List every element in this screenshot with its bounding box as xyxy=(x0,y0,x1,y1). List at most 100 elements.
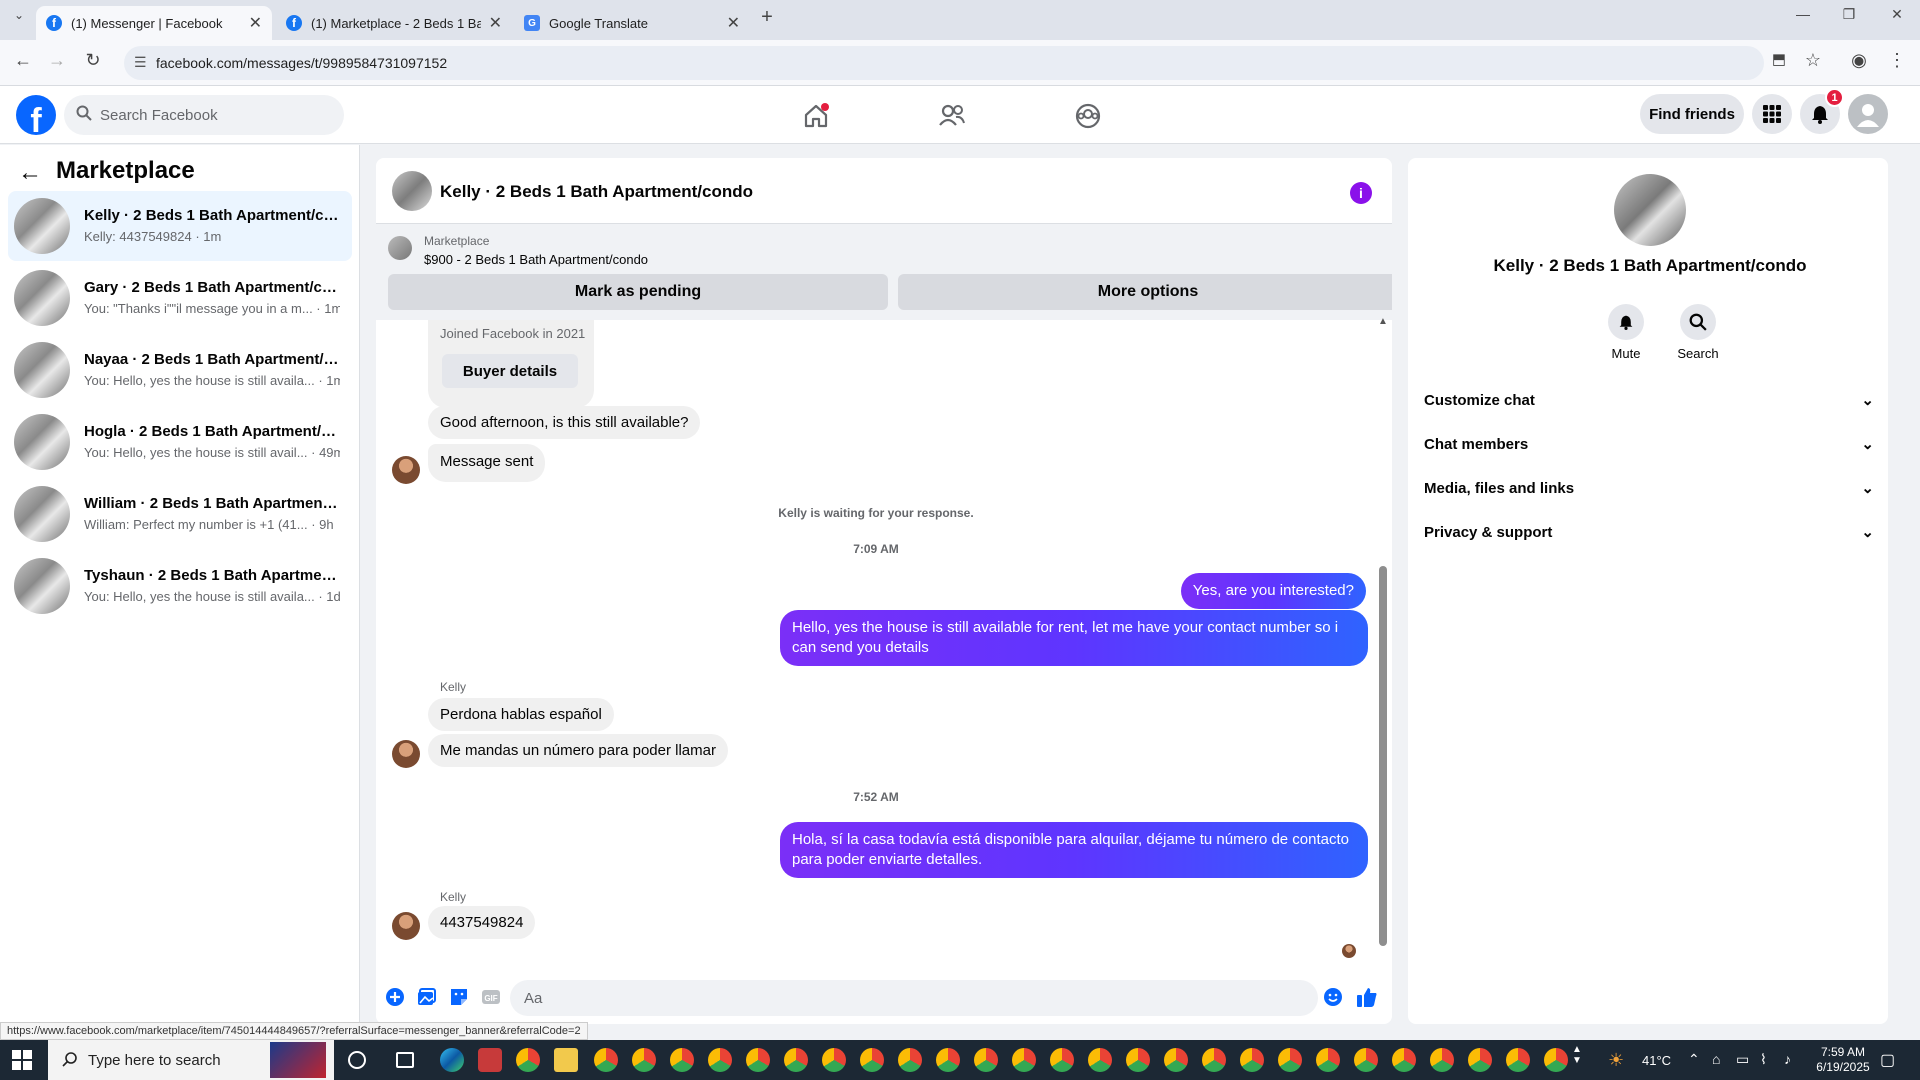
contact-large-avatar[interactable] xyxy=(1614,174,1686,246)
chrome-icon[interactable] xyxy=(594,1048,618,1072)
tab-messenger[interactable]: f (1) Messenger | Facebook ✕ xyxy=(36,6,272,40)
tab-search-icon[interactable]: ⌄ xyxy=(6,8,32,22)
chrome-icon[interactable] xyxy=(1012,1048,1036,1072)
chrome-icon[interactable] xyxy=(1126,1048,1150,1072)
privacy-support-section[interactable]: Privacy & support ⌄ xyxy=(1424,512,1874,552)
friends-icon[interactable] xyxy=(932,96,972,136)
back-arrow-icon[interactable]: ← xyxy=(18,159,42,187)
chrome-icon[interactable] xyxy=(1468,1048,1492,1072)
close-icon[interactable]: ✕ xyxy=(489,13,502,33)
display-icon[interactable]: ▭ xyxy=(1736,1051,1749,1068)
chrome-icon[interactable] xyxy=(1392,1048,1416,1072)
install-app-icon[interactable]: ⬒ xyxy=(1766,50,1792,68)
notification-center-icon[interactable]: ▢ xyxy=(1880,1050,1895,1070)
photo-icon[interactable] xyxy=(416,986,438,1008)
new-tab-button[interactable]: + xyxy=(754,6,780,29)
back-button[interactable]: ← xyxy=(10,50,36,71)
chrome-icon[interactable] xyxy=(1202,1048,1226,1072)
thumbs-up-icon[interactable] xyxy=(1356,986,1378,1008)
weather-icon[interactable]: ☀ xyxy=(1608,1050,1624,1071)
restore-button[interactable]: ❐ xyxy=(1836,6,1862,23)
chrome-icon[interactable] xyxy=(936,1048,960,1072)
chrome-icon[interactable] xyxy=(670,1048,694,1072)
chrome-icon[interactable] xyxy=(1354,1048,1378,1072)
sticker-icon[interactable] xyxy=(448,986,470,1008)
chrome-icon[interactable] xyxy=(860,1048,884,1072)
chrome-icon[interactable] xyxy=(708,1048,732,1072)
chrome-icon[interactable] xyxy=(822,1048,846,1072)
media-files-links-section[interactable]: Media, files and links ⌄ xyxy=(1424,468,1874,508)
conversation-item[interactable]: Hogla · 2 Beds 1 Bath Apartment/condo Yo… xyxy=(8,407,352,477)
plus-circle-icon[interactable] xyxy=(384,986,406,1008)
chrome-icon[interactable] xyxy=(1430,1048,1454,1072)
message-input[interactable]: Aa xyxy=(510,980,1318,1016)
conversation-item[interactable]: William · 2 Beds 1 Bath Apartment/condo … xyxy=(8,479,352,549)
search-in-chat-button[interactable]: Search xyxy=(1666,304,1730,361)
chrome-icon[interactable] xyxy=(898,1048,922,1072)
chrome-icon[interactable] xyxy=(632,1048,656,1072)
chrome-icon[interactable] xyxy=(1164,1048,1188,1072)
conversation-item[interactable]: Tyshaun · 2 Beds 1 Bath Apartment/condo … xyxy=(8,551,352,621)
banner-listing[interactable]: $900 - 2 Beds 1 Bath Apartment/condo xyxy=(424,252,648,267)
chrome-icon[interactable] xyxy=(1506,1048,1530,1072)
gif-icon[interactable]: GIF xyxy=(480,986,502,1008)
taskbar-search-input[interactable]: Type here to search xyxy=(48,1040,334,1080)
buyer-details-button[interactable]: Buyer details xyxy=(442,354,578,388)
chrome-icon[interactable] xyxy=(974,1048,998,1072)
app-icon[interactable] xyxy=(478,1048,502,1072)
profile-icon[interactable]: ◉ xyxy=(1846,50,1872,71)
scrollbar-thumb[interactable] xyxy=(1379,566,1387,946)
chrome-icon[interactable] xyxy=(1088,1048,1112,1072)
edge-icon[interactable] xyxy=(440,1048,464,1072)
file-explorer-icon[interactable] xyxy=(554,1048,578,1072)
mute-button[interactable]: Mute xyxy=(1594,304,1658,361)
emoji-icon[interactable] xyxy=(1322,986,1344,1008)
conversation-item[interactable]: Gary · 2 Beds 1 Bath Apartment/condo You… xyxy=(8,263,352,333)
chrome-icon[interactable] xyxy=(784,1048,808,1072)
chat-avatar[interactable] xyxy=(392,171,432,211)
tab-google-translate[interactable]: G Google Translate ✕ xyxy=(514,6,750,40)
conversation-item[interactable]: Nayaa · 2 Beds 1 Bath Apartment/condo Yo… xyxy=(8,335,352,405)
windows-start-icon[interactable] xyxy=(12,1050,32,1075)
more-options-button[interactable]: More options xyxy=(898,274,1392,310)
scroll-up-icon[interactable]: ▲ xyxy=(1378,316,1388,327)
close-icon[interactable]: ✕ xyxy=(249,13,262,33)
window-close-button[interactable]: ✕ xyxy=(1884,6,1910,23)
chrome-icon[interactable] xyxy=(1544,1048,1568,1072)
taskbar-scroll-icon[interactable]: ▲ ▼ xyxy=(1572,1044,1582,1066)
apps-grid-icon[interactable] xyxy=(1752,94,1792,134)
customize-chat-section[interactable]: Customize chat ⌄ xyxy=(1424,380,1874,420)
reload-button[interactable]: ↻ xyxy=(80,50,106,71)
site-info-icon[interactable]: ☰ xyxy=(134,54,147,71)
chat-members-section[interactable]: Chat members ⌄ xyxy=(1424,424,1874,464)
find-friends-button[interactable]: Find friends xyxy=(1640,94,1744,134)
chat-scrollbar[interactable]: ▲ xyxy=(1376,316,1388,958)
chrome-icon[interactable] xyxy=(1050,1048,1074,1072)
conversation-item[interactable]: Kelly · 2 Beds 1 Bath Apartment/condo Ke… xyxy=(8,191,352,261)
minimize-button[interactable]: — xyxy=(1790,6,1816,22)
chrome-icon[interactable] xyxy=(516,1048,540,1072)
wifi-icon[interactable]: ⌇ xyxy=(1760,1051,1767,1068)
temperature[interactable]: 41°C xyxy=(1642,1053,1671,1068)
clock[interactable]: 7:59 AM 6/19/2025 xyxy=(1808,1045,1878,1075)
chrome-icon[interactable] xyxy=(746,1048,770,1072)
url-field[interactable]: ☰ facebook.com/messages/t/99895847310971… xyxy=(124,46,1764,80)
account-avatar[interactable] xyxy=(1848,94,1888,134)
info-icon[interactable]: i xyxy=(1350,182,1372,204)
facebook-search-input[interactable]: Search Facebook xyxy=(64,95,344,135)
groups-icon[interactable] xyxy=(1068,96,1108,136)
task-view-icon[interactable] xyxy=(396,1052,414,1068)
chrome-icon[interactable] xyxy=(1278,1048,1302,1072)
mark-as-pending-button[interactable]: Mark as pending xyxy=(388,274,888,310)
chat-title[interactable]: Kelly · 2 Beds 1 Bath Apartment/condo xyxy=(440,182,753,202)
bookmark-star-icon[interactable]: ☆ xyxy=(1800,50,1826,71)
chrome-icon[interactable] xyxy=(1240,1048,1264,1072)
chrome-icon[interactable] xyxy=(1316,1048,1340,1072)
close-icon[interactable]: ✕ xyxy=(727,13,740,33)
forward-button[interactable]: → xyxy=(44,50,70,71)
menu-kebab-icon[interactable]: ⋮ xyxy=(1884,50,1910,71)
cortana-icon[interactable] xyxy=(348,1051,366,1069)
home-icon[interactable] xyxy=(796,96,836,136)
show-hidden-icons[interactable]: ⌃ xyxy=(1688,1051,1700,1068)
network-icon[interactable]: ⌂ xyxy=(1712,1051,1720,1067)
